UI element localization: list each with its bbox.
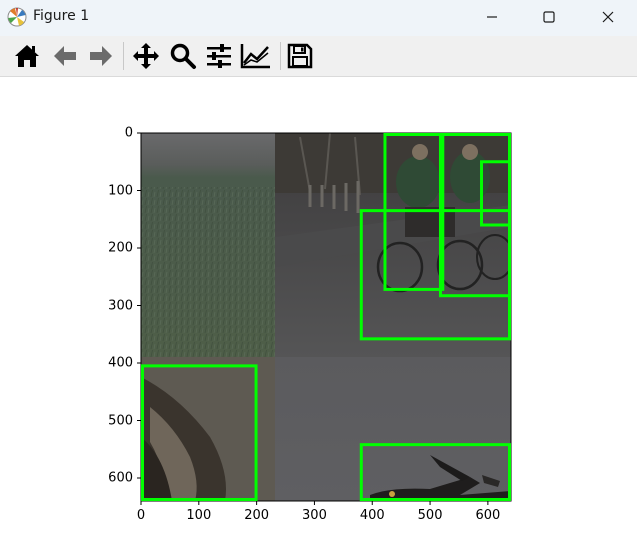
y-tick-label: 400: [108, 355, 133, 371]
title-bar: Figure 1: [0, 0, 637, 36]
y-tick-label: 500: [108, 413, 133, 428]
toolbar-separator: [123, 42, 124, 70]
sliders-icon: [207, 44, 231, 68]
back-button[interactable]: [49, 40, 81, 72]
zoom-button[interactable]: [167, 40, 199, 72]
arrow-left-icon: [54, 46, 76, 66]
arrow-right-icon: [90, 46, 112, 66]
floppy-disk-icon: [287, 43, 313, 69]
close-button[interactable]: [585, 0, 631, 34]
close-icon: [602, 11, 614, 23]
move-icon: [133, 43, 159, 69]
maximize-icon: [543, 11, 555, 23]
figure-window: Figure 1 0 100 200 300 400 500 600 0 100…: [0, 0, 637, 547]
magnifier-icon: [170, 43, 196, 69]
x-tick-label: 300: [302, 508, 327, 523]
toolbar-separator: [280, 42, 281, 70]
y-tick-label: 100: [108, 183, 133, 198]
forward-button[interactable]: [85, 40, 117, 72]
customize-button[interactable]: [240, 40, 272, 72]
x-tick-label: 100: [186, 508, 212, 523]
matplotlib-app-icon: [7, 7, 27, 27]
line-chart-icon: [240, 44, 270, 69]
save-button[interactable]: [284, 40, 316, 72]
x-axis-ticks: [140, 501, 489, 505]
pan-button[interactable]: [130, 40, 162, 72]
y-axis-ticks: [137, 132, 141, 479]
x-tick-label: 600: [475, 508, 501, 523]
figure-canvas[interactable]: 0 100 200 300 400 500 600 0 100 200 300 400 500 600: [0, 77, 637, 547]
y-tick-label: 600: [108, 470, 133, 486]
x-tick-label: 400: [359, 508, 385, 523]
y-tick-label: 200: [108, 240, 133, 256]
maximize-button[interactable]: [526, 0, 572, 34]
x-tick-label: 0: [136, 508, 146, 523]
minimize-button[interactable]: [469, 0, 515, 34]
image-plot: [137, 132, 512, 505]
home-button[interactable]: [11, 40, 43, 72]
window-title: Figure 1: [33, 8, 90, 24]
x-tick-label: 200: [244, 508, 270, 523]
aircraft-tile: [275, 357, 511, 501]
home-icon: [15, 45, 39, 67]
navigation-toolbar: [0, 36, 637, 77]
y-tick-label: 300: [108, 298, 133, 313]
y-tick-label: 0: [124, 125, 133, 141]
minimize-icon: [487, 16, 497, 18]
x-tick-label: 500: [417, 508, 443, 523]
subplots-button[interactable]: [203, 40, 235, 72]
